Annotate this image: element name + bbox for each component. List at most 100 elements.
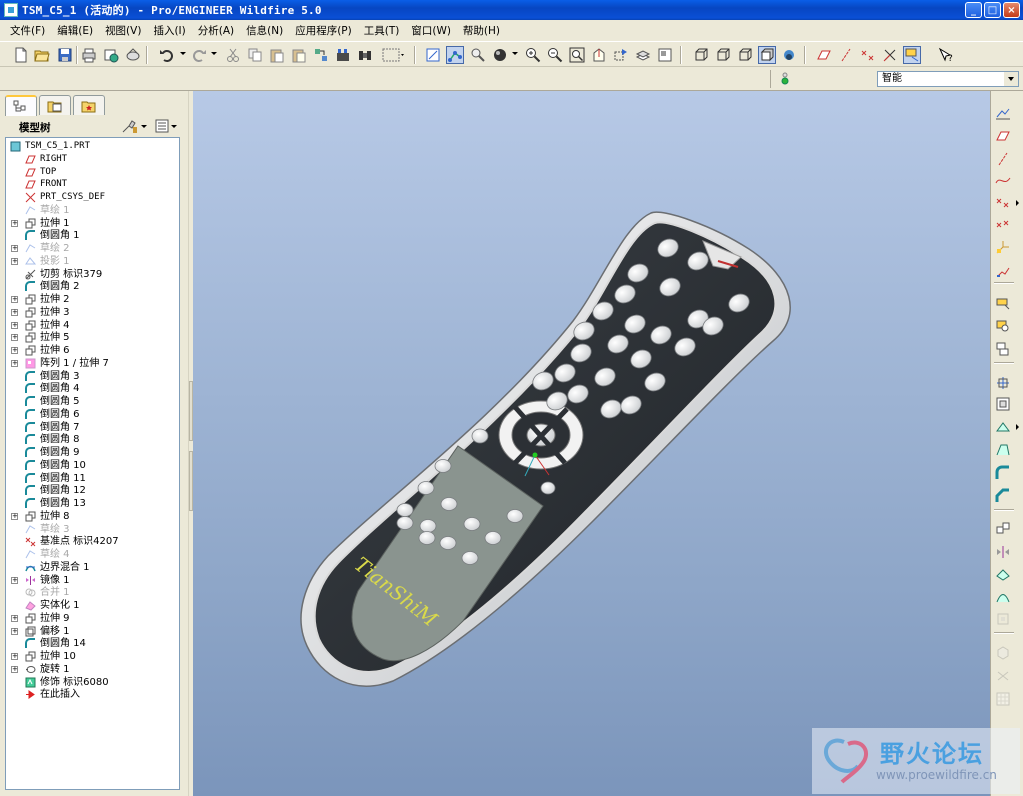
remote-control-model[interactable]: TianShiM xyxy=(193,91,990,796)
remote-button[interactable] xyxy=(506,509,524,523)
tree-item[interactable]: 倒圆角 5 xyxy=(6,395,179,408)
zoom-in-icon[interactable] xyxy=(524,46,542,64)
paste-icon[interactable] xyxy=(268,46,286,64)
offset-point-tool-icon[interactable] xyxy=(992,215,1014,235)
saved-views-icon[interactable] xyxy=(612,46,630,64)
tree-item[interactable]: 倒圆角 11 xyxy=(6,472,179,485)
tree-item[interactable]: PRT_CSYS_DEF xyxy=(6,191,179,204)
maximize-button[interactable]: □ xyxy=(984,2,1001,18)
regenerate-icon[interactable] xyxy=(312,46,330,64)
layers-icon[interactable] xyxy=(634,46,652,64)
expand-toggle[interactable]: + xyxy=(11,576,18,584)
tree-item[interactable]: + 镜像 1 xyxy=(6,574,179,587)
favorites-tab[interactable] xyxy=(73,95,105,115)
pattern-tool-icon[interactable] xyxy=(992,519,1014,539)
remote-button[interactable] xyxy=(419,519,437,533)
menu-insert[interactable]: 插入(I) xyxy=(147,23,191,38)
tree-settings-button[interactable] xyxy=(121,118,149,134)
view-manager-2-icon[interactable] xyxy=(656,46,674,64)
expand-toggle[interactable]: + xyxy=(11,359,18,367)
datum-point-tool-icon[interactable] xyxy=(992,193,1014,213)
csys-tool-icon[interactable] xyxy=(992,237,1014,257)
remote-button[interactable] xyxy=(540,481,556,495)
open-icon[interactable] xyxy=(33,46,51,64)
orient-icon[interactable] xyxy=(469,46,487,64)
tree-item[interactable]: + 拉伸 3 xyxy=(6,306,179,319)
reorient-icon[interactable] xyxy=(590,46,608,64)
expand-toggle[interactable]: + xyxy=(11,512,18,520)
tree-item[interactable]: TOP xyxy=(6,166,179,179)
expand-toggle[interactable]: + xyxy=(11,308,18,316)
zoom-out-icon[interactable] xyxy=(546,46,564,64)
close-button[interactable]: × xyxy=(1003,2,1020,18)
remote-button[interactable] xyxy=(471,428,489,444)
tree-item[interactable]: + 偏移 1 xyxy=(6,625,179,638)
project-tool-icon[interactable] xyxy=(992,689,1014,709)
expand-toggle[interactable]: + xyxy=(11,296,18,303)
datum-planes-icon[interactable] xyxy=(815,46,833,64)
expand-toggle[interactable]: + xyxy=(11,321,18,329)
tree-item[interactable]: 草绘 3 xyxy=(6,523,179,536)
tree-item[interactable]: 倒圆角 10 xyxy=(6,459,179,472)
remote-button[interactable] xyxy=(396,516,414,530)
tree-item[interactable]: 切剪 标识379 xyxy=(6,268,179,281)
chevron-down-icon[interactable] xyxy=(1004,72,1018,86)
paste-special-icon[interactable] xyxy=(290,46,308,64)
mirror-tool-icon[interactable] xyxy=(992,542,1014,562)
refit-icon[interactable] xyxy=(568,46,586,64)
remote-button[interactable] xyxy=(440,497,458,511)
cut-icon[interactable] xyxy=(224,46,242,64)
remote-button[interactable] xyxy=(396,503,414,517)
tree-item[interactable]: + 拉伸 4 xyxy=(6,319,179,332)
flyout-arrow-icon[interactable] xyxy=(1016,200,1019,206)
tree-item[interactable]: 实体化 1 xyxy=(6,599,179,612)
datum-plane-tool-icon[interactable] xyxy=(992,126,1014,146)
menu-tools[interactable]: 工具(T) xyxy=(358,23,406,38)
datum-axis-tool-icon[interactable] xyxy=(992,149,1014,169)
remote-button[interactable] xyxy=(417,481,435,495)
graphics-window[interactable]: TianShiM xyxy=(193,91,990,796)
analysis-feature-icon[interactable] xyxy=(992,261,1014,281)
datum-display-icon[interactable] xyxy=(903,46,921,64)
model-tree-tab[interactable] xyxy=(5,95,37,116)
regeneration-status-icon[interactable] xyxy=(780,72,790,86)
model-players-icon[interactable] xyxy=(356,46,374,64)
send-icon[interactable] xyxy=(102,46,120,64)
menu-edit[interactable]: 编辑(E) xyxy=(51,23,99,38)
menu-file[interactable]: 文件(F) xyxy=(4,23,51,38)
tree-item[interactable]: TSM_C5_1.PRT xyxy=(6,140,179,153)
tree-item[interactable]: 边界混合 1 xyxy=(6,561,179,574)
expand-toggle[interactable]: + xyxy=(11,614,18,622)
appearance-icon[interactable] xyxy=(491,46,509,64)
thicken-tool-icon[interactable] xyxy=(992,643,1014,663)
tree-item[interactable]: + 拉伸 1 xyxy=(6,217,179,230)
tree-item[interactable]: FRONT xyxy=(6,178,179,191)
save-icon[interactable] xyxy=(56,46,74,64)
hole-tool-icon[interactable] xyxy=(992,373,1014,393)
redo-icon[interactable] xyxy=(190,46,208,64)
whats-this-icon[interactable]: ? xyxy=(937,46,955,64)
tree-item[interactable]: + 拉伸 8 xyxy=(6,510,179,523)
selection-filter-select[interactable]: 智能 xyxy=(877,71,1019,87)
datum-curve-tool-icon[interactable] xyxy=(992,171,1014,191)
tree-item[interactable]: 基准点 标识4207 xyxy=(6,535,179,548)
expand-toggle[interactable]: + xyxy=(11,257,18,265)
tree-item[interactable]: 倒圆角 9 xyxy=(6,446,179,459)
no-hidden-icon[interactable] xyxy=(736,46,754,64)
remote-button[interactable] xyxy=(439,536,457,550)
tree-item[interactable]: 倒圆角 7 xyxy=(6,421,179,434)
wireframe-icon[interactable] xyxy=(692,46,710,64)
remote-button[interactable] xyxy=(461,551,479,565)
tree-item[interactable]: + 草绘 2 xyxy=(6,242,179,255)
new-icon[interactable] xyxy=(12,46,30,64)
minimize-button[interactable]: _ xyxy=(965,2,982,18)
shrinkwrap-icon[interactable] xyxy=(992,339,1014,359)
tree-item[interactable]: 草绘 1 xyxy=(6,204,179,217)
solidify-tool-icon[interactable] xyxy=(992,666,1014,686)
undo-icon[interactable] xyxy=(158,46,176,64)
tree-item[interactable]: 倒圆角 1 xyxy=(6,229,179,242)
print-icon[interactable] xyxy=(80,46,98,64)
tree-item[interactable]: 在此插入 xyxy=(6,688,179,701)
tree-item[interactable]: 倒圆角 8 xyxy=(6,433,179,446)
tree-item[interactable]: + 阵列 1 / 拉伸 7 xyxy=(6,357,179,370)
